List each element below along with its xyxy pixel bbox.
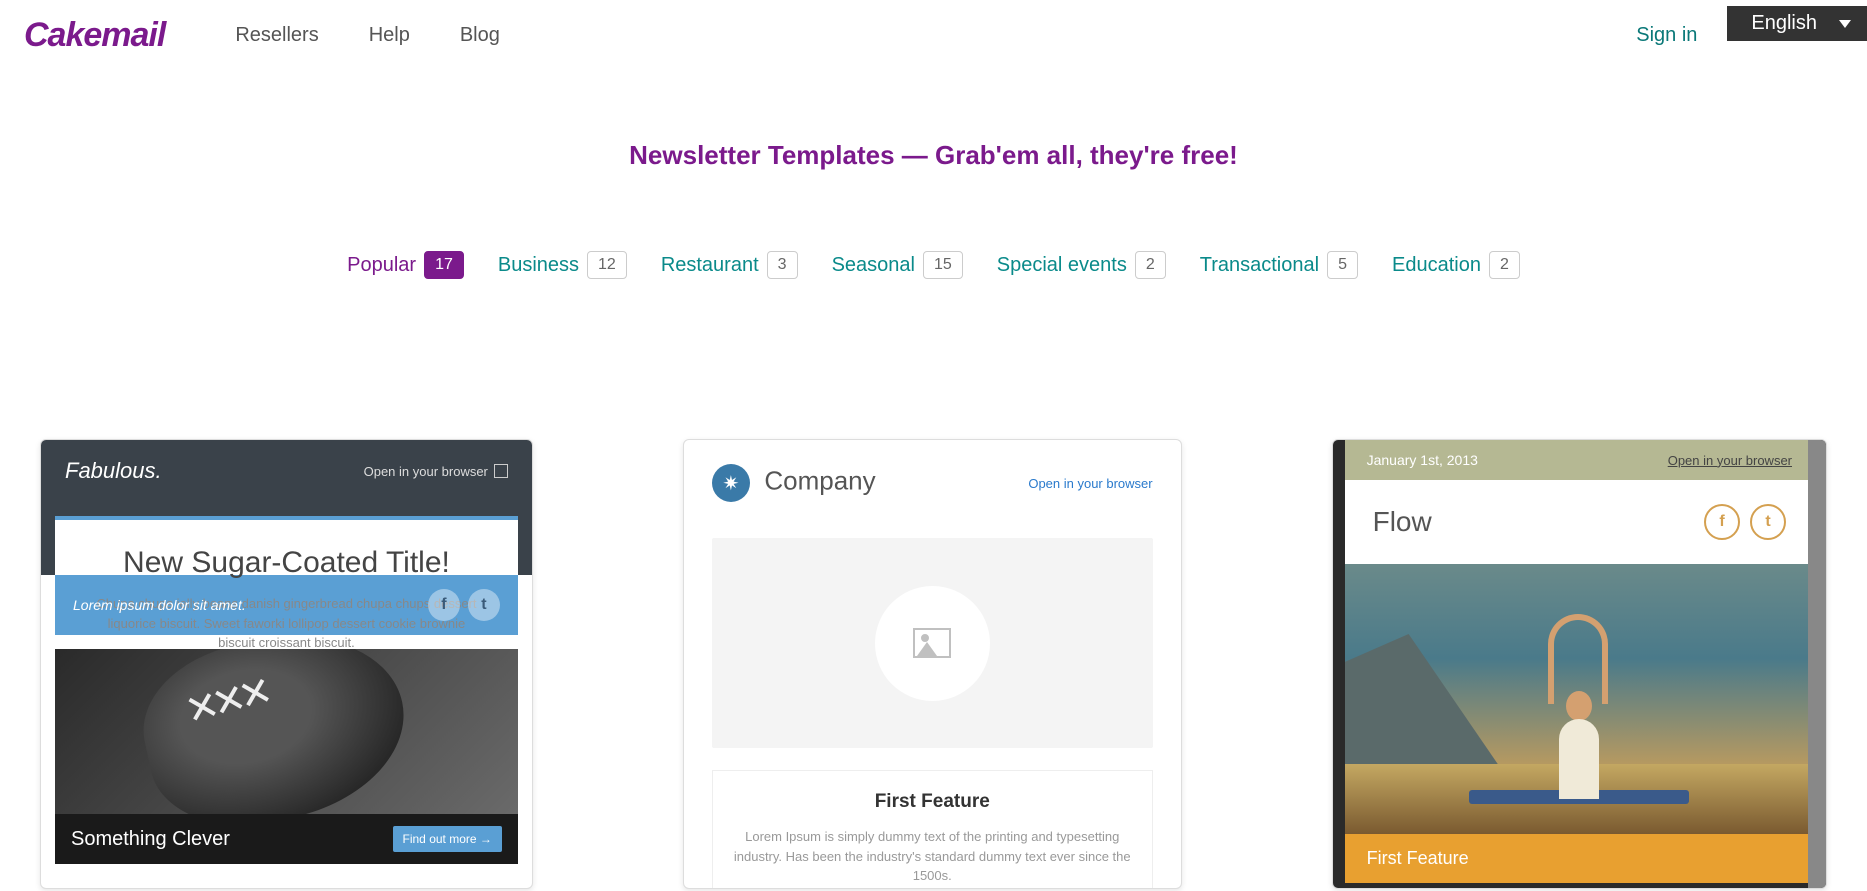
tab-transactional[interactable]: Transactional 5 <box>1200 251 1358 279</box>
signin-link[interactable]: Sign in <box>1636 24 1697 47</box>
nav-blog[interactable]: Blog <box>460 24 500 47</box>
tab-label: Special events <box>997 254 1127 277</box>
shoe-graphic <box>129 649 421 814</box>
fab-headline: New Sugar-Coated Title! <box>91 546 482 580</box>
open-browser-link: Open in your browser <box>1668 453 1792 468</box>
fab-image: ✕✕✕ <box>55 649 518 814</box>
header: Cakemail Resellers Help Blog Sign in Eng… <box>0 0 1867 70</box>
tab-count: 17 <box>424 251 464 279</box>
company-image-placeholder <box>712 538 1153 748</box>
company-brand: ✷ Company <box>712 464 876 502</box>
company-header: ✷ Company Open in your browser <box>712 464 1153 502</box>
tab-count: 2 <box>1135 251 1166 279</box>
tab-count: 15 <box>923 251 963 279</box>
twitter-icon: t <box>468 589 500 621</box>
flow-title: Flow <box>1373 506 1432 538</box>
open-browser-label: Open in your browser <box>364 464 488 479</box>
fab-header: Fabulous. Open in your browser New Sugar… <box>41 440 532 575</box>
flow-date: January 1st, 2013 <box>1367 452 1478 468</box>
open-browser-link: Open in your browser <box>1028 476 1152 491</box>
company-logo-icon: ✷ <box>712 464 750 502</box>
hero: Newsletter Templates — Grab'em all, they… <box>0 140 1867 171</box>
fab-footer: Something Clever Find out more → <box>55 814 518 864</box>
template-card-company[interactable]: ✷ Company Open in your browser First Fea… <box>683 439 1182 889</box>
fab-brand: Fabulous. <box>65 458 162 484</box>
nav-resellers[interactable]: Resellers <box>235 24 318 47</box>
template-grid: Fabulous. Open in your browser New Sugar… <box>0 439 1867 889</box>
tab-count: 12 <box>587 251 627 279</box>
image-icon <box>913 628 951 658</box>
flow-social: f t <box>1704 504 1786 540</box>
company-name: Company <box>764 466 875 496</box>
tab-restaurant[interactable]: Restaurant 3 <box>661 251 798 279</box>
open-browser-link: Open in your browser <box>364 464 508 479</box>
fab-bar: Fabulous. Open in your browser <box>41 440 532 502</box>
tab-label: Popular <box>347 254 416 277</box>
feature-title: First Feature <box>733 791 1132 813</box>
tab-business[interactable]: Business 12 <box>498 251 627 279</box>
hero-title: Newsletter Templates — Grab'em all, they… <box>0 140 1867 171</box>
nav-help[interactable]: Help <box>369 24 410 47</box>
find-out-button: Find out more → <box>393 826 502 852</box>
external-icon <box>494 464 508 478</box>
fab-clever: Something Clever <box>71 828 230 851</box>
facebook-icon: f <box>1704 504 1740 540</box>
tab-popular[interactable]: Popular 17 <box>347 251 464 279</box>
feature-text: Lorem Ipsum is simply dummy text of the … <box>733 827 1132 886</box>
tab-label: Business <box>498 254 579 277</box>
tab-label: Seasonal <box>832 254 915 277</box>
flow-topbar: January 1st, 2013 Open in your browser <box>1345 440 1814 480</box>
twitter-icon: t <box>1750 504 1786 540</box>
tab-count: 5 <box>1327 251 1358 279</box>
scrollbar <box>1808 440 1826 888</box>
flow-header: Flow f t <box>1345 480 1814 564</box>
facebook-icon: f <box>428 589 460 621</box>
flow-feature-bar: First Feature <box>1345 834 1814 883</box>
template-card-fabulous[interactable]: Fabulous. Open in your browser New Sugar… <box>40 439 533 889</box>
tab-label: Restaurant <box>661 254 759 277</box>
mountain-graphic <box>1345 634 1505 774</box>
tab-label: Education <box>1392 254 1481 277</box>
company-feature: First Feature Lorem Ipsum is simply dumm… <box>712 770 1153 889</box>
yoga-person-graphic <box>1534 619 1624 799</box>
fab-lorem: Lorem ipsum dolor sit amet. <box>73 597 246 613</box>
category-tabs: Popular 17 Business 12 Restaurant 3 Seas… <box>0 251 1867 279</box>
tab-special-events[interactable]: Special events 2 <box>997 251 1166 279</box>
tab-count: 2 <box>1489 251 1520 279</box>
top-nav: Resellers Help Blog <box>235 24 500 47</box>
flow-hero-image <box>1345 564 1814 834</box>
language-dropdown[interactable]: English <box>1727 6 1867 41</box>
placeholder-circle <box>875 586 990 701</box>
tab-label: Transactional <box>1200 254 1319 277</box>
tab-education[interactable]: Education 2 <box>1392 251 1520 279</box>
fab-social: f t <box>428 589 500 621</box>
tab-count: 3 <box>767 251 798 279</box>
header-right: Sign in English <box>1636 0 1867 47</box>
tab-seasonal[interactable]: Seasonal 15 <box>832 251 963 279</box>
template-card-flow[interactable]: January 1st, 2013 Open in your browser F… <box>1332 439 1827 889</box>
logo[interactable]: Cakemail <box>24 16 165 55</box>
